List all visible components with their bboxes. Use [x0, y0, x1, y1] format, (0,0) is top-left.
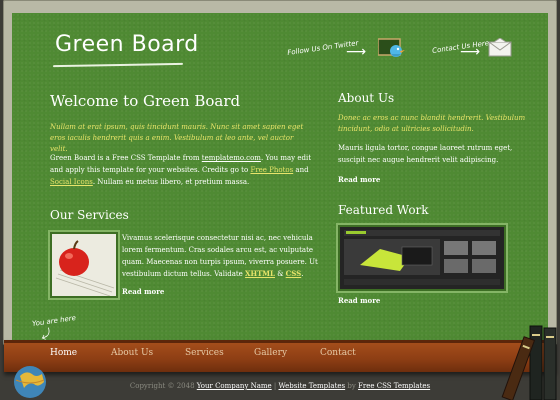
footer-separator: | [271, 382, 279, 390]
free-css-templates-link[interactable]: Free CSS Templates [358, 382, 430, 390]
nav-about-us[interactable]: About Us [111, 348, 153, 358]
company-name-link[interactable]: Your Company Name [197, 382, 272, 390]
welcome-title: Welcome to Green Board [50, 92, 241, 110]
welcome-body-text: Green Board is a Free CSS Template from [50, 154, 202, 162]
services-body: & [274, 270, 286, 278]
services-body: . [301, 270, 304, 278]
featured-work-thumbnail [340, 227, 504, 289]
nav-services[interactable]: Services [185, 348, 224, 358]
footer-copyright: Copyright © 2048 [129, 382, 197, 390]
nav-home[interactable]: Home [50, 348, 77, 358]
footer-by: by [345, 382, 359, 390]
arrow-icon: ⟶ [346, 44, 367, 60]
services-read-more-link[interactable]: Read more [122, 287, 164, 296]
featured-read-more-link[interactable]: Read more [338, 296, 380, 305]
free-photos-link[interactable]: Free Photos [250, 166, 293, 174]
globe-icon [14, 366, 46, 398]
services-image [50, 232, 118, 298]
xhtml-link[interactable]: XHTML [245, 269, 275, 278]
services-title: Our Services [50, 208, 129, 222]
welcome-body-text: . Nullam eu metus libero, et pretium mas… [92, 178, 250, 186]
welcome-lead: Nullam at erat ipsum, quis tincidunt mau… [50, 123, 304, 153]
templatemo-link[interactable]: templatemo.com [202, 154, 261, 162]
apple-icon [52, 234, 116, 296]
site-logo[interactable]: Green Board [55, 32, 199, 57]
welcome-body-text: and [293, 166, 309, 174]
nav-contact[interactable]: Contact [320, 348, 356, 358]
featured-work-screenshot[interactable] [338, 225, 506, 291]
about-body: Mauris ligula tortor, congue laoreet rut… [338, 144, 513, 164]
social-icons-link[interactable]: Social Icons [50, 178, 93, 186]
css-link[interactable]: CSS [286, 269, 302, 278]
mail-envelope-icon[interactable] [488, 38, 512, 58]
website-templates-link[interactable]: Website Templates [279, 382, 346, 390]
about-read-more-link[interactable]: Read more [338, 175, 380, 184]
footer: Copyright © 2048 Your Company Name | Web… [0, 382, 560, 390]
welcome-body: Green Board is a Free CSS Template from … [50, 152, 315, 188]
about-lead: Donec ac eros ac nunc blandit hendrerit.… [338, 114, 526, 133]
ledge-edge [4, 340, 556, 343]
arrow-icon: ⟶ [460, 44, 481, 60]
featured-title: Featured Work [338, 203, 429, 217]
twitter-bird-icon[interactable] [378, 38, 408, 60]
about-title: About Us [338, 91, 395, 105]
nav-gallery[interactable]: Gallery [254, 348, 287, 358]
services-text: Vivamus scelerisque consectetur nisi ac,… [122, 232, 322, 280]
